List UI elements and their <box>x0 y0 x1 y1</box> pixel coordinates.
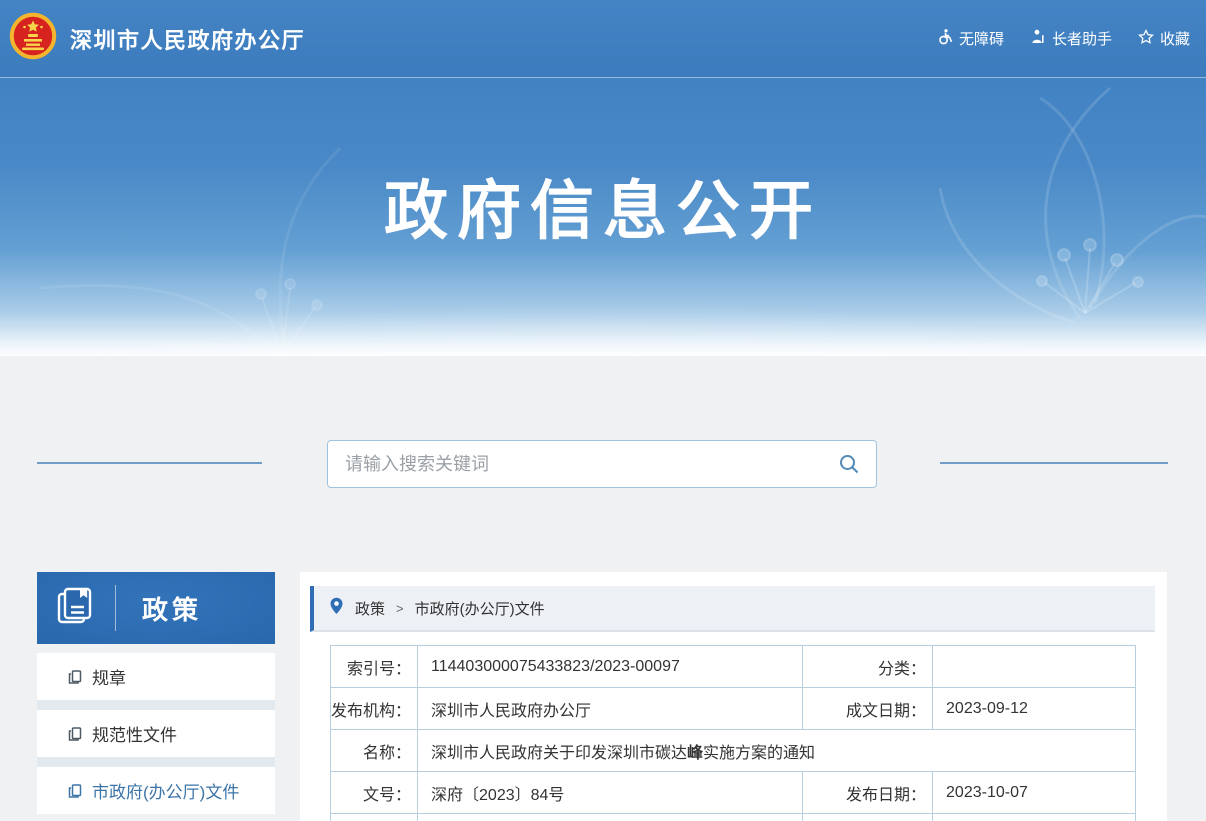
document-name-value: 深圳市人民政府关于印发深圳市碳达峰实施方案的通知 <box>418 730 1136 772</box>
star-icon <box>1138 29 1154 49</box>
issuing-agency-value: 深圳市人民政府办公厅 <box>418 688 803 730</box>
sidebar-header-divider <box>115 585 116 631</box>
date-written-value: 2023-09-12 <box>933 688 1136 730</box>
search-divider-right <box>940 462 1168 464</box>
table-row: 名称： 深圳市人民政府关于印发深圳市碳达峰实施方案的通知 <box>331 730 1136 772</box>
document-number-value: 深府〔2023〕84号 <box>418 772 803 814</box>
accessibility-label: 无障碍 <box>959 28 1004 49</box>
elder-person-icon <box>1030 29 1046 49</box>
elder-assistant-link[interactable]: 长者助手 <box>1030 28 1112 49</box>
accessibility-link[interactable]: 无障碍 <box>936 28 1004 49</box>
sidebar-menu: 规章 规范性文件 市政府(办公厅)文件 <box>37 653 275 814</box>
search-box <box>327 440 877 488</box>
favorite-link[interactable]: 收藏 <box>1138 28 1190 49</box>
search-input[interactable] <box>328 441 822 487</box>
sidebar-item-regulations[interactable]: 规章 <box>37 653 275 700</box>
topbar-utility-links: 无障碍 长者助手 收藏 <box>936 28 1206 49</box>
sidebar-item-label: 规范性文件 <box>92 721 177 746</box>
breadcrumb-separator: > <box>396 601 404 616</box>
sidebar: 政策 规章 规范性文件 <box>37 572 275 814</box>
issuing-agency-label: 发布机构： <box>331 688 418 730</box>
sidebar-item-label: 规章 <box>92 664 126 689</box>
sidebar-header-title: 政策 <box>142 590 202 627</box>
category-value <box>933 646 1136 688</box>
document-info-table: 索引号： 114403000075433823/2023-00097 分类： 发… <box>330 645 1136 821</box>
breadcrumb-current[interactable]: 市政府(办公厅)文件 <box>415 598 545 619</box>
page-title: 政府信息公开 <box>0 160 1206 252</box>
wheelchair-icon <box>936 28 953 49</box>
search-divider-left <box>37 462 262 464</box>
document-icon <box>67 669 83 685</box>
site-title: 深圳市人民政府办公厅 <box>70 23 305 55</box>
sidebar-header: 政策 <box>37 572 275 644</box>
sidebar-item-normative-documents[interactable]: 规范性文件 <box>37 710 275 757</box>
document-icon <box>67 726 83 742</box>
policy-book-icon <box>54 584 98 633</box>
index-number-value: 114403000075433823/2023-00097 <box>418 646 803 688</box>
table-row-clipped <box>331 814 1136 821</box>
breadcrumb: 政策 > 市政府(办公厅)文件 <box>310 586 1155 632</box>
topbar: 深圳市人民政府办公厅 无障碍 长者助手 <box>0 0 1206 78</box>
favorite-label: 收藏 <box>1160 28 1190 49</box>
table-row: 发布机构： 深圳市人民政府办公厅 成文日期： 2023-09-12 <box>331 688 1136 730</box>
search-button[interactable] <box>822 441 876 487</box>
page-banner: 政府信息公开 <box>0 78 1206 356</box>
national-emblem-icon <box>9 12 57 65</box>
date-written-label: 成文日期： <box>803 688 933 730</box>
table-row: 索引号： 114403000075433823/2023-00097 分类： <box>331 646 1136 688</box>
location-pin-icon <box>329 597 344 619</box>
highlighted-keyword: 峰 <box>687 745 703 762</box>
search-icon <box>838 453 860 475</box>
elder-assistant-label: 长者助手 <box>1052 28 1112 49</box>
index-number-label: 索引号： <box>331 646 418 688</box>
document-number-label: 文号： <box>331 772 418 814</box>
banner-wave-decoration <box>0 261 1206 356</box>
main-content-panel: 政策 > 市政府(办公厅)文件 索引号： 114403000075433823/… <box>300 572 1167 821</box>
date-published-value: 2023-10-07 <box>933 772 1136 814</box>
document-icon <box>67 783 83 799</box>
document-name-label: 名称： <box>331 730 418 772</box>
sidebar-item-municipal-government-documents[interactable]: 市政府(办公厅)文件 <box>37 767 275 814</box>
breadcrumb-root[interactable]: 政策 <box>355 598 385 619</box>
site-logo-home-link[interactable]: 深圳市人民政府办公厅 <box>0 12 305 65</box>
sidebar-item-label: 市政府(办公厅)文件 <box>92 778 239 803</box>
category-label: 分类： <box>803 646 933 688</box>
table-row: 文号： 深府〔2023〕84号 发布日期： 2023-10-07 <box>331 772 1136 814</box>
date-published-label: 发布日期： <box>803 772 933 814</box>
